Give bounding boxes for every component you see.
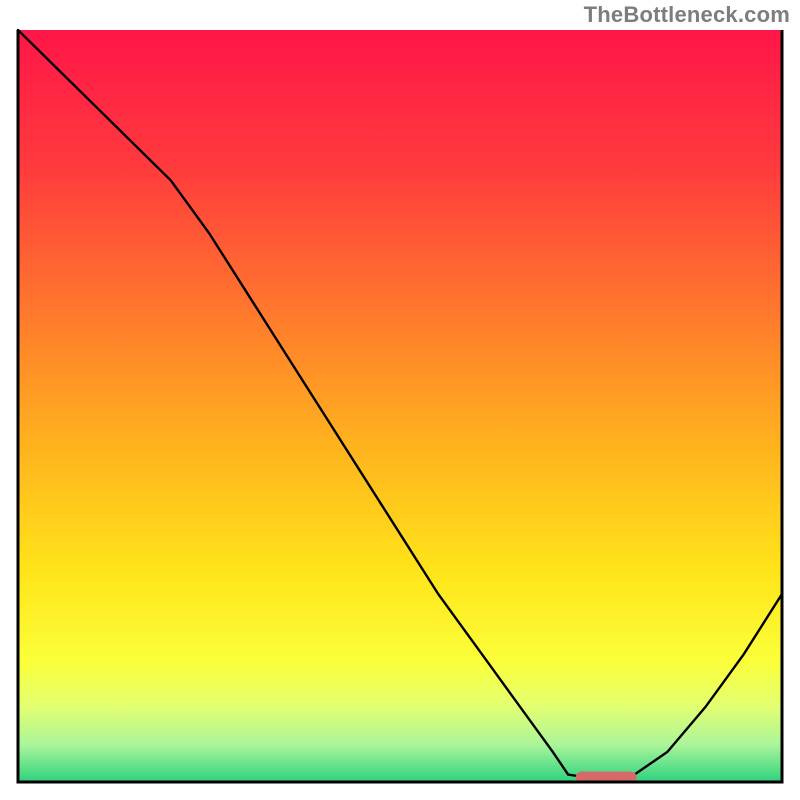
- bottleneck-chart: [0, 0, 800, 800]
